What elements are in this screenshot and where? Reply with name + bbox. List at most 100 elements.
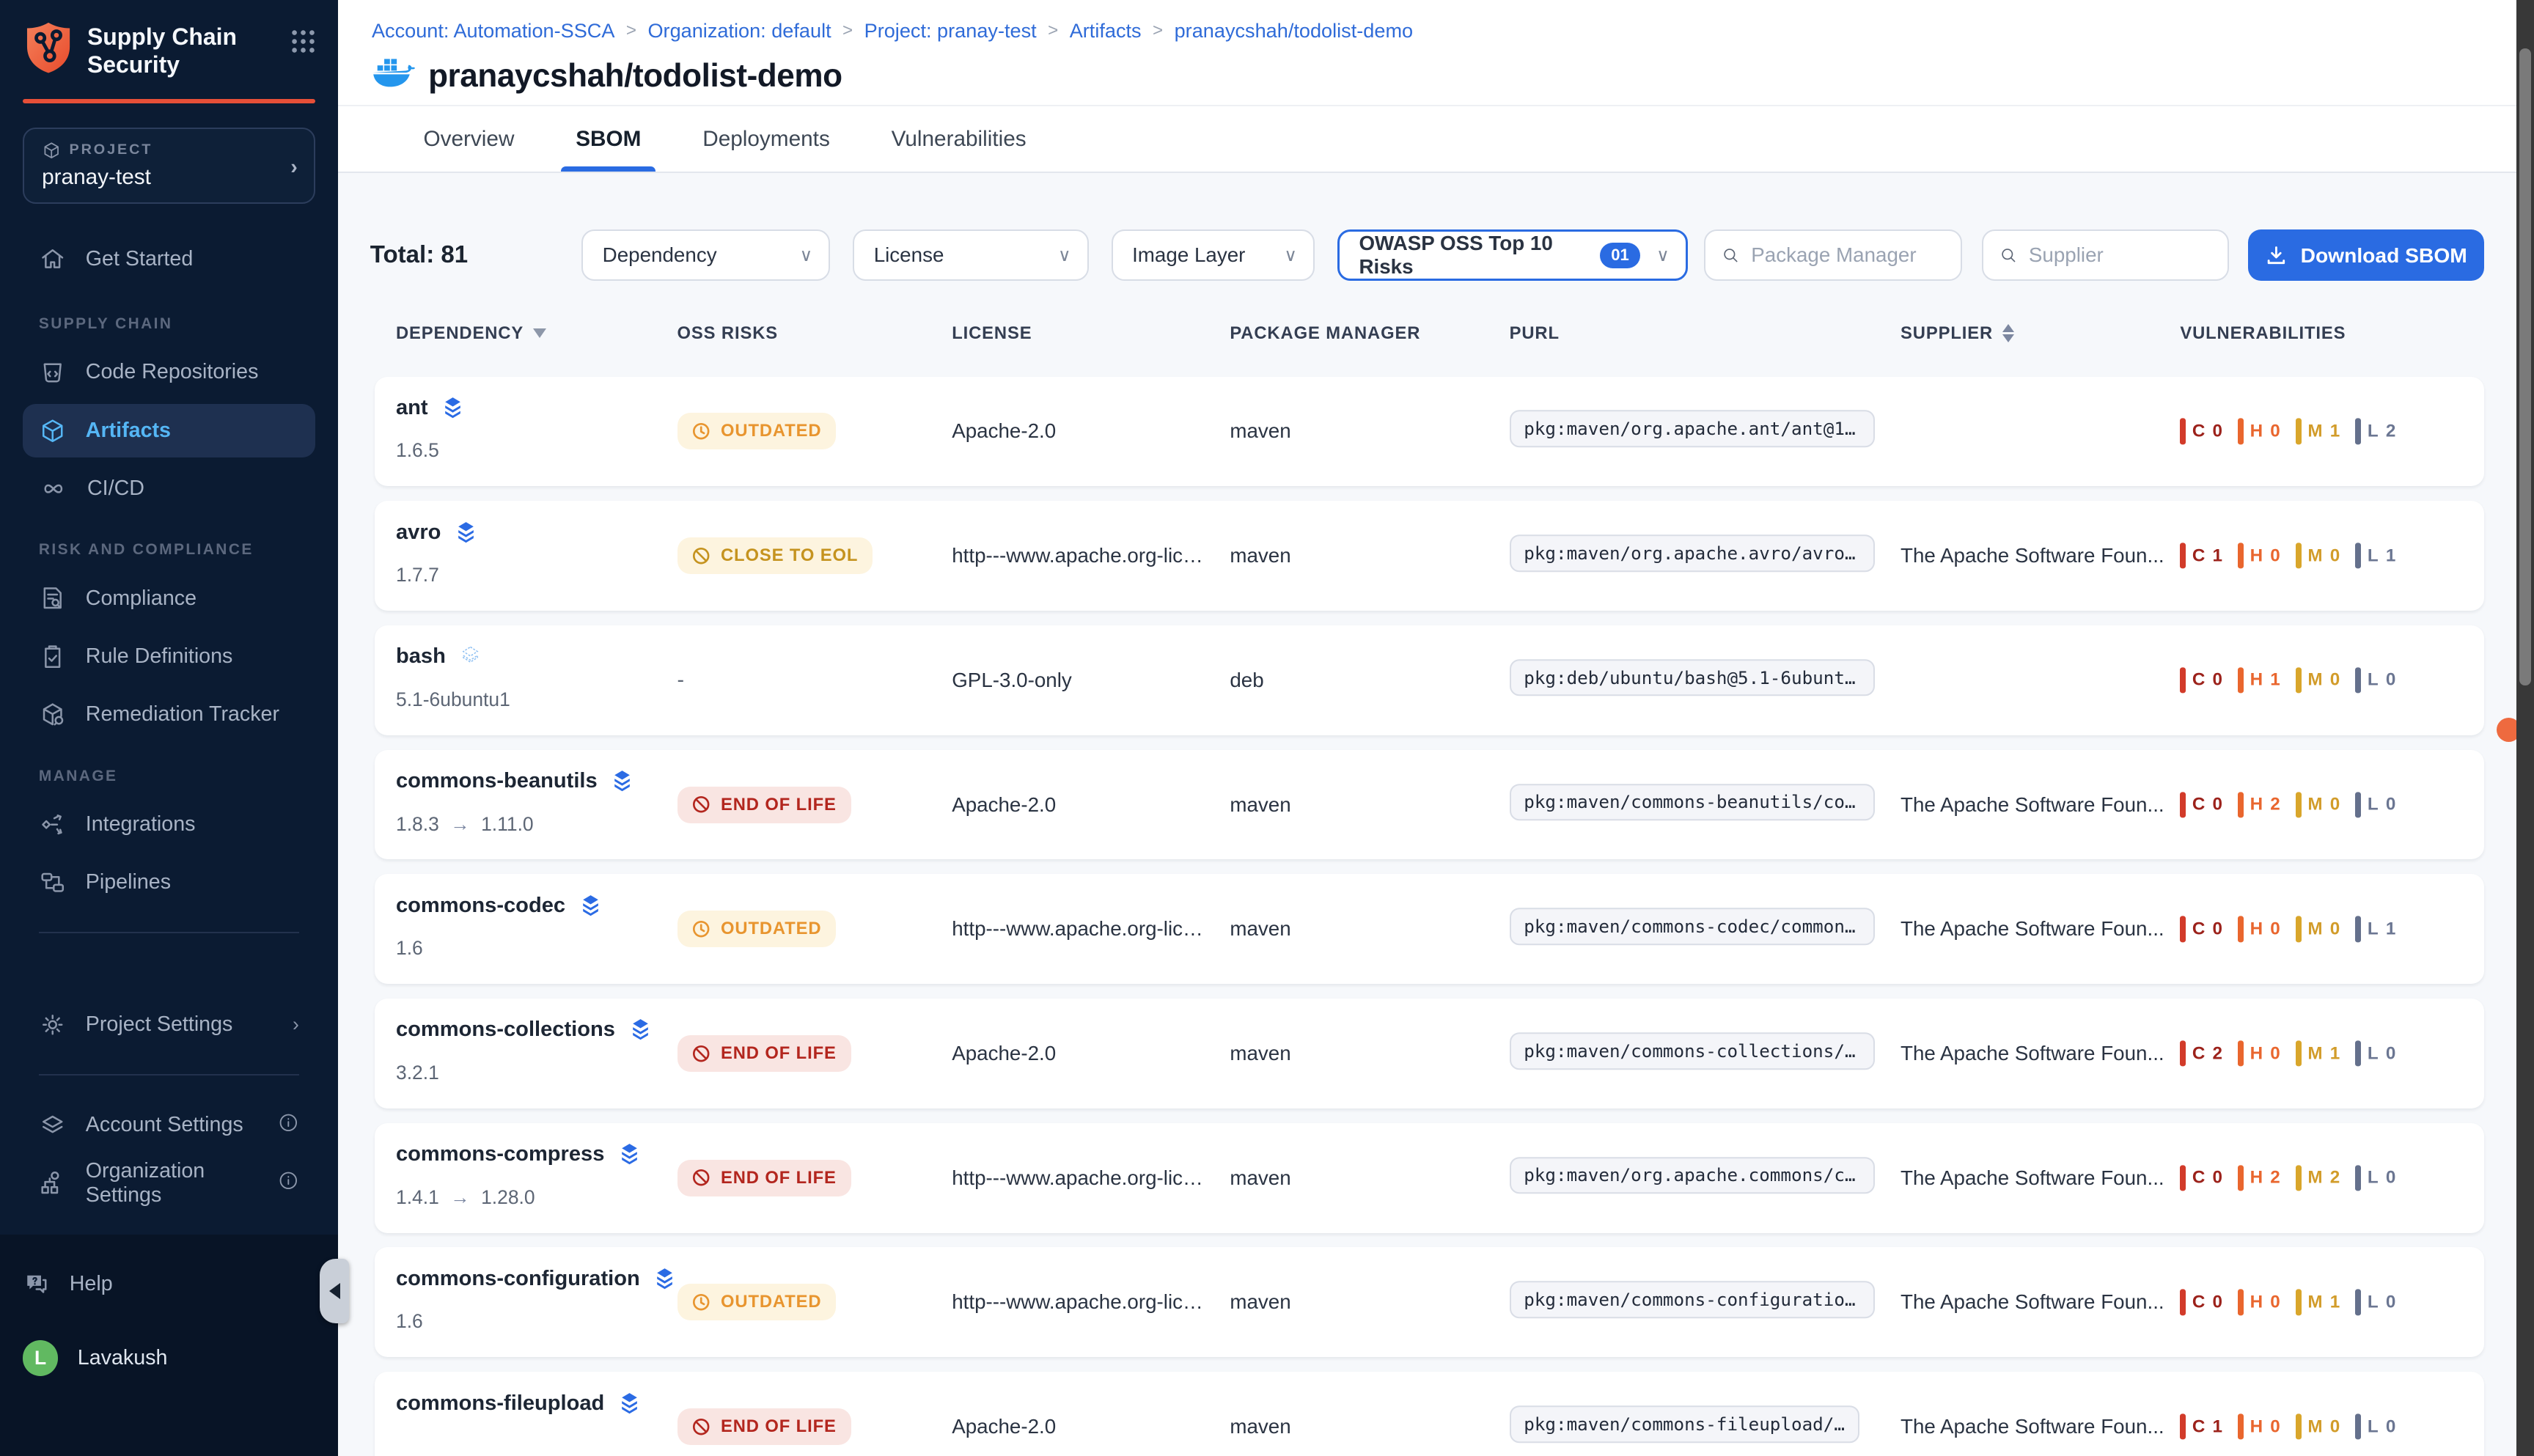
sidebar-item-get-started[interactable]: Get Started xyxy=(23,233,315,287)
chevron-right-icon: › xyxy=(293,1013,299,1036)
table-row[interactable]: commons-configuration 1.6 OUTDATED http-… xyxy=(375,1247,2483,1357)
license-cell: GPL-3.0-only xyxy=(952,669,1072,692)
tab-vulnerabilities[interactable]: Vulnerabilities xyxy=(892,106,1027,171)
header-supplier[interactable]: SUPPLIER xyxy=(1900,323,2014,344)
main-panel: Account: Automation-SSCA > Organization:… xyxy=(338,0,2534,1456)
vuln-critical-count: 1 xyxy=(2212,545,2223,566)
table-row[interactable]: commons-beanutils 1.8.3 → 1.11.0 END OF … xyxy=(375,750,2483,860)
table-row[interactable]: commons-fileupload END OF LIFE Apache-2.… xyxy=(375,1372,2483,1456)
dependency-version: 1.6 xyxy=(396,937,423,960)
breadcrumb-artifact-name[interactable]: pranaycshah/todolist-demo xyxy=(1175,19,1414,43)
vuln-medium-count: 2 xyxy=(2330,1168,2341,1188)
breadcrumb-artifacts[interactable]: Artifacts xyxy=(1070,19,1142,43)
sidebar-item-artifacts[interactable]: Artifacts xyxy=(23,404,315,457)
nav-section-supply-chain: SUPPLY CHAIN xyxy=(39,315,315,333)
vuln-medium: M0 xyxy=(2296,916,2341,942)
info-icon[interactable] xyxy=(278,1112,299,1139)
clock-icon xyxy=(691,919,710,938)
purl-chip[interactable]: pkg:maven/commons-codec/commons-… xyxy=(1510,908,1875,945)
vuln-critical-count: 0 xyxy=(2212,919,2223,939)
vuln-critical-count: 1 xyxy=(2212,1416,2223,1437)
purl-chip[interactable]: pkg:deb/ubuntu/bash@5.1-6ubuntu1 xyxy=(1510,659,1875,696)
purl-chip[interactable]: pkg:maven/org.apache.commons/com… xyxy=(1510,1157,1875,1194)
vulnerability-counts: C0 H0 M0 L1 xyxy=(2180,916,2396,942)
vuln-critical-count: 0 xyxy=(2212,670,2223,691)
tab-sbom[interactable]: SBOM xyxy=(576,106,641,171)
avatar: L xyxy=(23,1340,58,1375)
image-layer-filter-select[interactable]: Image Layer ∨ xyxy=(1112,229,1315,282)
table-row[interactable]: commons-compress 1.4.1 → 1.28.0 END OF L… xyxy=(375,1123,2483,1233)
sidebar-item-help[interactable]: Help xyxy=(23,1257,315,1311)
dependency-name: commons-compress xyxy=(396,1142,604,1166)
app-window: Supply Chain Security PROJECT pranay-tes… xyxy=(0,0,2534,1456)
package-manager-search-input[interactable] xyxy=(1751,243,1944,267)
project-label: PROJECT xyxy=(70,141,153,158)
sidebar-item-integrations[interactable]: Integrations xyxy=(23,798,315,851)
table-row[interactable]: avro 1.7.7 CLOSE TO EOL http---www.apach… xyxy=(375,501,2483,611)
dependency-name: ant xyxy=(396,396,428,420)
sidebar-item-remediation-tracker[interactable]: Remediation Tracker xyxy=(23,688,315,742)
supplier-search-input[interactable] xyxy=(2029,243,2211,267)
scrollbar-track[interactable] xyxy=(2516,0,2534,1456)
sidebar-item-project-settings[interactable]: Project Settings › xyxy=(23,998,315,1051)
breadcrumb-separator: > xyxy=(1048,21,1058,41)
license-filter-select[interactable]: License ∨ xyxy=(853,229,1089,282)
cube-wrench-icon xyxy=(39,701,66,728)
package-manager-search xyxy=(1704,229,1962,282)
app-grid-icon[interactable] xyxy=(291,29,315,60)
tab-overview[interactable]: Overview xyxy=(423,106,514,171)
owasp-risks-filter-select[interactable]: OWASP OSS Top 10 Risks 01 ∨ xyxy=(1337,229,1688,282)
dependency-version: 1.6 xyxy=(396,1310,423,1333)
dependency-filter-select[interactable]: Dependency ∨ xyxy=(581,229,830,282)
sidebar-item-account-settings[interactable]: Account Settings xyxy=(23,1098,315,1152)
sidebar-item-pipelines[interactable]: Pipelines xyxy=(23,856,315,909)
info-icon[interactable] xyxy=(278,1170,299,1196)
sidebar-item-cicd[interactable]: CI/CD xyxy=(23,462,315,515)
scrollbar-thumb[interactable] xyxy=(2519,48,2530,685)
sbom-content: Total: 81 Dependency ∨ License ∨ Image L… xyxy=(338,229,2534,1456)
breadcrumb-organization[interactable]: Organization: default xyxy=(647,19,831,43)
purl-chip[interactable]: pkg:maven/commons-configuration/… xyxy=(1510,1282,1875,1319)
vuln-medium-count: 0 xyxy=(2330,795,2341,815)
vuln-low-count: 0 xyxy=(2386,1043,2397,1064)
purl-chip[interactable]: pkg:maven/org.apache.ant/ant@1.6… xyxy=(1510,411,1875,448)
package-manager-cell: maven xyxy=(1230,917,1290,941)
vuln-medium: M0 xyxy=(2296,1413,2341,1439)
table-row[interactable]: commons-codec 1.6 OUTDATED http---www.ap… xyxy=(375,874,2483,984)
purl-chip[interactable]: pkg:maven/commons-collections/co… xyxy=(1510,1032,1875,1070)
layers-icon xyxy=(579,894,603,918)
user-menu[interactable]: L Lavakush xyxy=(23,1331,315,1385)
cube-icon xyxy=(42,141,61,160)
nav-section-risk: RISK AND COMPLIANCE xyxy=(39,541,315,559)
vuln-low: L0 xyxy=(2355,667,2396,693)
breadcrumb-project[interactable]: Project: pranay-test xyxy=(864,19,1037,43)
header-dependency[interactable]: DEPENDENCY xyxy=(396,323,546,344)
supplier-search xyxy=(1982,229,2229,282)
risk-badge: END OF LIFE xyxy=(677,1160,851,1196)
sidebar-item-organization-settings[interactable]: Organization Settings xyxy=(23,1156,315,1210)
vuln-low: L0 xyxy=(2355,1290,2396,1315)
sidebar-item-code-repositories[interactable]: Code Repositories xyxy=(23,346,315,400)
vuln-low-count: 1 xyxy=(2386,919,2397,939)
license-cell: http---www.apache.org-lice... xyxy=(952,544,1211,567)
vuln-low-count: 0 xyxy=(2386,1168,2397,1188)
project-selector[interactable]: PROJECT pranay-test › xyxy=(23,128,315,204)
sidebar-item-compliance[interactable]: Compliance xyxy=(23,572,315,625)
breadcrumb-account[interactable]: Account: Automation-SSCA xyxy=(372,19,615,43)
license-cell: Apache-2.0 xyxy=(952,1415,1056,1438)
purl-chip[interactable]: pkg:maven/commons-beanutils/comm… xyxy=(1510,784,1875,821)
table-row[interactable]: bash 5.1-6ubuntu1 - GPL-3.0-only deb pkg… xyxy=(375,625,2483,735)
table-row[interactable]: ant 1.6.5 OUTDATED Apache-2.0 maven pkg:… xyxy=(375,377,2483,487)
vulnerability-counts: C0 H0 M1 L0 xyxy=(2180,1290,2396,1315)
sidebar-item-rule-definitions[interactable]: Rule Definitions xyxy=(23,630,315,683)
purl-chip[interactable]: pkg:maven/org.apache.avro/avro@1… xyxy=(1510,534,1875,572)
table-row[interactable]: commons-collections 3.2.1 END OF LIFE Ap… xyxy=(375,999,2483,1108)
page-title: pranaycshah/todolist-demo xyxy=(428,58,842,95)
tab-deployments[interactable]: Deployments xyxy=(702,106,830,171)
purl-chip[interactable]: pkg:maven/commons-fileupload/… xyxy=(1510,1405,1859,1443)
download-sbom-button[interactable]: Download SBOM xyxy=(2248,229,2484,282)
vulnerability-counts: C0 H1 M0 L0 xyxy=(2180,667,2396,693)
license-cell: Apache-2.0 xyxy=(952,793,1056,817)
vuln-low: L0 xyxy=(2355,1413,2396,1439)
vuln-low-count: 0 xyxy=(2386,1292,2397,1312)
